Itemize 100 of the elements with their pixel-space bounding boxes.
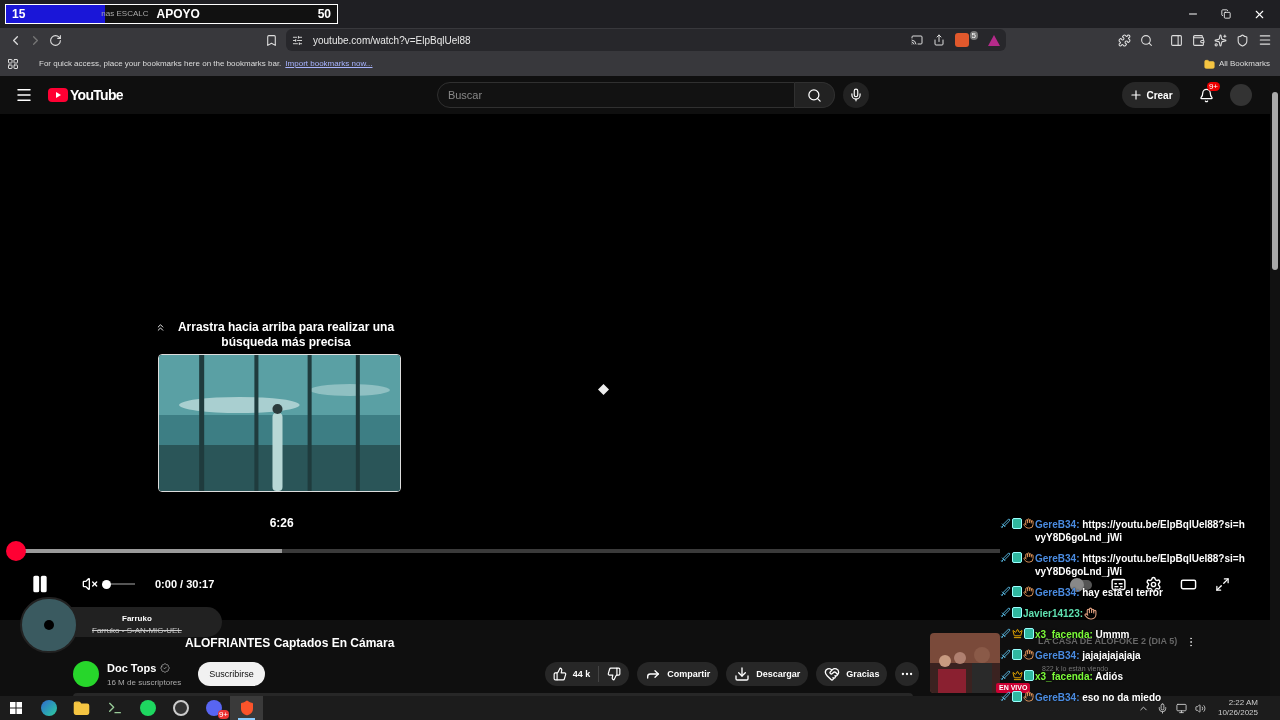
cast-icon[interactable]: [910, 34, 923, 46]
sword-icon: [1000, 670, 1011, 681]
edge-icon: [40, 700, 57, 716]
search-button[interactable]: [794, 82, 835, 108]
menu-icon[interactable]: [15, 86, 33, 104]
thumbs-up-icon: [552, 667, 567, 682]
download-icon: [734, 666, 751, 683]
address-bar[interactable]: youtube.com/watch?v=ElpBqlUel88 5: [286, 29, 1006, 51]
track-artist: Farruko - S-AN-MIG-UEL: [92, 625, 182, 637]
sparkle-icon[interactable]: [1214, 33, 1227, 47]
chat-message: GereB34: jajajajajajaja: [1035, 649, 1141, 662]
hand-icon: [1023, 586, 1034, 597]
track-title: Farruko: [122, 613, 152, 625]
action-button[interactable]: Gracias: [816, 662, 888, 687]
search-icon: [806, 87, 822, 103]
site-settings-icon: [292, 34, 303, 46]
sword-icon: [1000, 552, 1011, 563]
crown-icon: [1012, 628, 1023, 639]
search-field[interactable]: Buscar: [436, 82, 795, 108]
fullscreen-icon[interactable]: [1215, 577, 1230, 592]
muted-speaker-icon[interactable]: [82, 576, 98, 592]
preview-time: 6:26: [269, 515, 294, 532]
taskbar-app[interactable]: [230, 696, 263, 720]
goal-label: APOYO: [156, 6, 200, 23]
badge-icon: [1024, 670, 1034, 681]
notification-count: 9+: [1206, 82, 1220, 91]
notification-badge: 9+: [217, 710, 229, 719]
sidebar-icon[interactable]: [1170, 33, 1183, 47]
tab-search-icon[interactable]: [1140, 33, 1153, 47]
import-bookmarks-link[interactable]: Import bookmarks now...: [285, 58, 373, 70]
badge-icon: [1024, 628, 1034, 639]
all-bookmarks-button[interactable]: All Bookmarks: [1203, 58, 1270, 70]
extensions-icon[interactable]: [1118, 33, 1131, 47]
volume-thumb[interactable]: [102, 579, 111, 589]
folder-icon: [1203, 58, 1215, 70]
badge-icon: [1012, 518, 1022, 529]
sword-icon: [1000, 628, 1011, 639]
seek-handle[interactable]: [6, 541, 26, 561]
hand-icon: [1023, 691, 1034, 702]
bookmarks-hint: For quick access, place your bookmarks here on the bookmarks bar.: [39, 58, 282, 70]
chat-message: GereB34: https://youtu.be/ElpBqlUel88?si=hvyY8D6goLnd_jWi: [1035, 518, 1246, 544]
loading-icon: [598, 384, 609, 395]
microphone-icon[interactable]: [1156, 702, 1168, 714]
lion-shield-icon: [238, 700, 255, 716]
restore-icon[interactable]: [1221, 9, 1231, 19]
vpn-icon[interactable]: [1236, 33, 1249, 47]
badge-icon: [1012, 649, 1022, 660]
sword-icon: [1000, 518, 1011, 529]
channel-name[interactable]: Doc Tops: [107, 660, 157, 677]
clock-date: 10/26/2025: [1217, 708, 1258, 718]
chat-message: GereB34: https://youtu.be/ElpBqlUel88?si=hvyY8D6goLnd_jWi: [1035, 552, 1246, 578]
bookmark-icon[interactable]: [265, 33, 278, 47]
badge-icon: [1012, 607, 1022, 618]
spotify-icon: [139, 700, 156, 716]
volume-slider[interactable]: [103, 579, 135, 589]
network-icon[interactable]: [1175, 702, 1187, 714]
search-hint: Arrastra hacia arriba para realizar una búsqueda más precisa: [176, 320, 396, 350]
clock-time: 2:22 AM: [1228, 698, 1258, 708]
badge-icon: [1012, 586, 1022, 597]
action-button[interactable]: Descargar: [726, 662, 809, 687]
youtube-logo-text: YouTube: [70, 85, 123, 105]
bell-icon[interactable]: [1198, 87, 1214, 103]
microphone-icon: [848, 88, 863, 102]
record-icon: [172, 700, 189, 716]
action-button[interactable]: Compartir: [637, 662, 719, 687]
volume-icon[interactable]: [1194, 702, 1206, 714]
url-text: youtube.com/watch?v=ElpBqlUel88: [313, 33, 471, 48]
plus-icon: [1129, 88, 1144, 102]
create-button[interactable]: Crear: [1122, 82, 1180, 108]
goal-target: 50: [317, 6, 331, 23]
chat-message: GereB34: eso no da miedo: [1035, 691, 1162, 704]
play-logo-icon: [48, 88, 68, 102]
windows-start-icon[interactable]: [10, 702, 22, 714]
subscribe-button[interactable]: Suscribirse: [198, 662, 265, 687]
thumbs-down-icon: [607, 667, 622, 682]
video-title: ALOFRIANTES Captados En Cámara: [185, 635, 395, 652]
badge-icon: [1012, 552, 1022, 563]
share-icon[interactable]: [932, 34, 945, 46]
goal-current: 15: [12, 6, 26, 23]
channel-avatar[interactable]: [73, 661, 99, 688]
hand-icon: [1023, 649, 1034, 660]
pause-icon[interactable]: [30, 574, 50, 594]
terminal-icon: [106, 700, 123, 716]
reload-icon[interactable]: [49, 33, 62, 47]
sword-icon: [1000, 586, 1011, 597]
apps-icon[interactable]: [7, 58, 19, 70]
autoplay-toggle[interactable]: [1070, 579, 1092, 590]
hand-icon: [1023, 552, 1034, 563]
triangle-icon[interactable]: [988, 34, 1000, 46]
wallet-icon[interactable]: [1192, 33, 1205, 47]
subscriber-count: 16 M de suscriptores: [107, 676, 182, 689]
crown-icon: [1012, 670, 1023, 681]
chat-message: GereB34: hay está el terror: [1035, 586, 1163, 599]
taskbar-app[interactable]: 9+: [197, 696, 230, 720]
hand-icon: [1023, 518, 1034, 529]
sword-icon: [1000, 649, 1011, 660]
shields-button[interactable]: [954, 33, 969, 47]
badge-icon: [1012, 691, 1022, 702]
voice-search-button[interactable]: [842, 82, 869, 108]
seek-bar[interactable]: [6, 541, 1000, 561]
